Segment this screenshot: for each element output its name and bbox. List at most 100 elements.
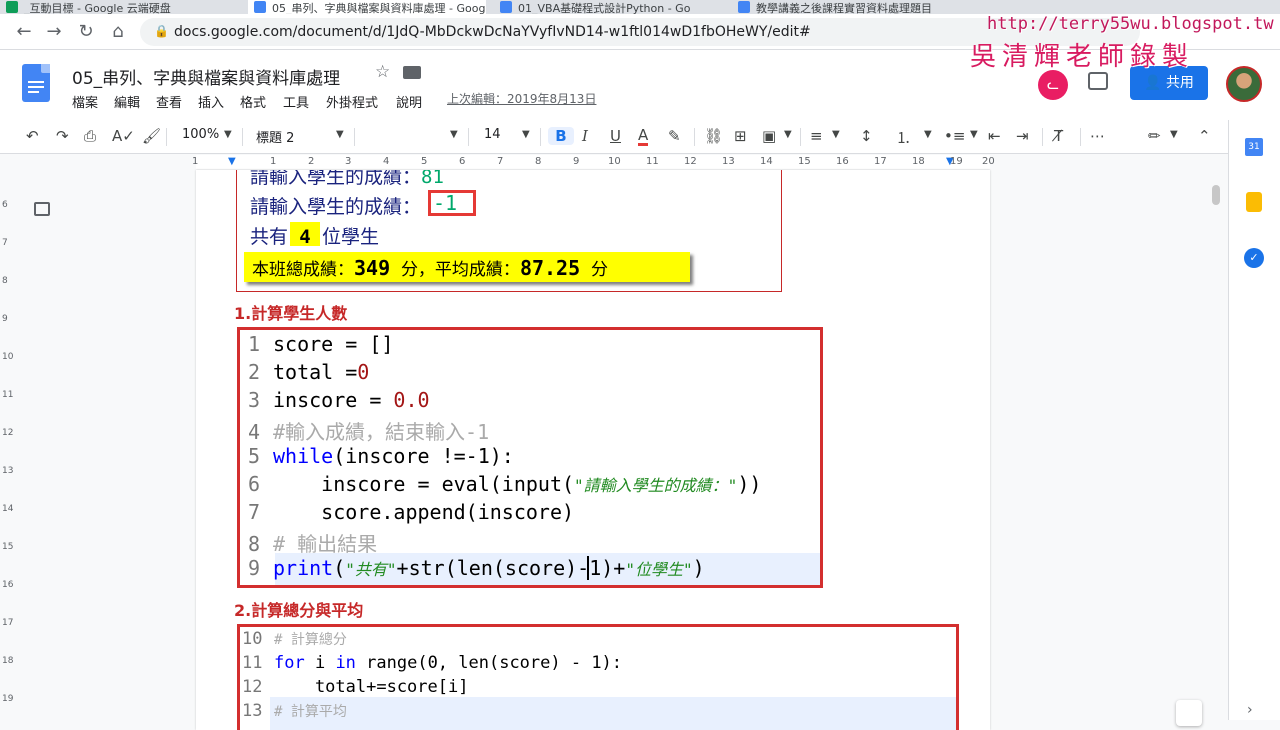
tasks-icon[interactable]: ✓: [1244, 248, 1264, 268]
chevron-down-icon: ▼: [1170, 129, 1178, 140]
back-icon[interactable]: ←: [12, 20, 36, 44]
line-spacing-icon[interactable]: ↕: [860, 127, 873, 145]
home-icon[interactable]: ⌂: [106, 20, 130, 44]
menu-help[interactable]: 說明: [396, 92, 422, 111]
chevron-down-icon: ▼: [450, 129, 458, 140]
avatar[interactable]: [1226, 66, 1262, 102]
cat-extension-icon[interactable]: ᓚ: [1038, 70, 1068, 100]
chevron-down-icon: ▼: [336, 129, 344, 140]
watermark-name: 吳清輝老師錄製: [970, 42, 1195, 72]
menu-tools[interactable]: 工具: [283, 92, 309, 111]
output-value: -1: [433, 191, 458, 215]
browser-tab[interactable]: 教學講義之後課程實習資料處理題目: [732, 0, 972, 14]
code-line: 2 total =0: [248, 360, 370, 384]
star-icon[interactable]: ☆: [375, 62, 390, 82]
horizontal-ruler: 1 ▼ 1 2 3 4 5 6 7 8 9 10 11 12 13 14 15 …: [0, 155, 1228, 169]
redo-icon[interactable]: ↷: [56, 127, 69, 145]
paint-format-icon[interactable]: 🖌: [142, 127, 161, 145]
document-outline-icon[interactable]: [34, 202, 50, 216]
explore-button[interactable]: [1176, 700, 1202, 726]
align-left-icon[interactable]: ≡: [810, 127, 823, 145]
bold-button[interactable]: B: [548, 127, 574, 145]
highlight-icon[interactable]: ✎: [668, 127, 681, 145]
section-heading: 1.計算學生人數: [234, 304, 348, 323]
docs-logo-icon[interactable]: [22, 64, 50, 102]
reload-icon[interactable]: ↻: [74, 20, 98, 44]
editing-mode-icon[interactable]: ✏: [1148, 127, 1161, 145]
clear-formatting-icon[interactable]: T̸: [1054, 127, 1063, 145]
output-line: 請輸入學生的成績：: [250, 196, 422, 218]
font-size-select[interactable]: 14: [484, 127, 501, 142]
decrease-indent-icon[interactable]: ⇤: [988, 127, 1001, 145]
increase-indent-icon[interactable]: ⇥: [1016, 127, 1029, 145]
output-line: 請輸入學生的成績：81: [250, 170, 444, 188]
last-edit-link[interactable]: 上次編輯：2019年8月13日: [447, 90, 596, 107]
print-icon[interactable]: ⎙: [84, 127, 96, 145]
code-line: 11 for i in range(0, len(score) - 1):: [242, 653, 623, 673]
spellcheck-icon[interactable]: A✓: [112, 127, 135, 145]
italic-button[interactable]: I: [582, 127, 588, 145]
chevron-down-icon: ▼: [832, 129, 840, 140]
chevron-right-icon[interactable]: ›: [1247, 702, 1253, 718]
zoom-select[interactable]: 100%: [182, 127, 219, 142]
scrollbar-thumb[interactable]: [1212, 185, 1220, 205]
text-cursor: [587, 556, 589, 580]
chevron-up-icon[interactable]: ⌃: [1198, 127, 1211, 145]
code-line: 10 # 計算總分: [242, 629, 347, 649]
text-color-icon[interactable]: A: [638, 127, 649, 146]
calendar-icon[interactable]: 31: [1245, 138, 1263, 156]
undo-icon[interactable]: ↶: [26, 127, 39, 145]
chevron-down-icon: ▼: [924, 129, 932, 140]
chevron-down-icon: ▼: [970, 129, 978, 140]
code-block: 1 score = [] 2 total =0 3 inscore = 0.0 4 #輸…: [237, 327, 823, 588]
code-line: 7 score.append(inscore): [248, 500, 575, 524]
keep-icon[interactable]: [1246, 192, 1262, 212]
lock-icon: 🔒: [154, 24, 169, 38]
menu-file[interactable]: 檔案: [72, 92, 98, 111]
underline-button[interactable]: U: [610, 127, 621, 145]
code-block: 10 # 計算總分 11 for i in range(0, len(score) …: [237, 624, 959, 730]
menu-format[interactable]: 格式: [240, 92, 266, 111]
person-icon: 👤: [1144, 75, 1162, 91]
bulleted-list-icon[interactable]: •≡: [944, 127, 965, 145]
menu-view[interactable]: 查看: [156, 92, 182, 111]
document-title[interactable]: 05_串列、字典與檔案與資料庫處理: [72, 64, 340, 89]
document-page[interactable]: 請輸入學生的成績：81 請輸入學生的成績： -1 共有 4 位學生 本班總成績：34…: [196, 170, 990, 730]
browser-tab[interactable]: 01_VBA基礎程式設計Python - Go: [494, 0, 724, 14]
link-icon[interactable]: ⛓: [704, 127, 723, 145]
code-line: 8 # 輸出結果: [248, 532, 378, 556]
insert-image-icon[interactable]: ▣: [762, 127, 776, 145]
section-heading: 2.計算總分與平均: [234, 601, 364, 620]
docs-icon: [738, 1, 750, 13]
drive-icon: [6, 1, 18, 13]
style-select[interactable]: 標題 2: [256, 127, 294, 146]
watermark-url: http://terry55wu.blogspot.tw: [987, 14, 1274, 34]
browser-tab-active[interactable]: 05_串列、字典與檔案與資料庫處理 - Google 文件: [248, 0, 486, 14]
chevron-down-icon: ▼: [522, 129, 530, 140]
chevron-down-icon: ▼: [224, 129, 232, 140]
docs-icon: [500, 1, 512, 13]
folder-icon[interactable]: [403, 66, 421, 79]
code-line: 13 # 計算平均: [242, 701, 347, 721]
docs-icon: [254, 1, 266, 13]
chevron-down-icon: ▼: [784, 129, 792, 140]
browser-tab[interactable]: _互動目標 - Google 云端硬盘: [0, 0, 240, 14]
output-line: 共有 4 位學生: [250, 226, 380, 248]
more-icon[interactable]: ⋯: [1090, 127, 1105, 145]
side-panel: 31 ✓ ›: [1228, 120, 1280, 720]
browser-tab-strip: _互動目標 - Google 云端硬盘 05_串列、字典與檔案與資料庫處理 - …: [0, 0, 1280, 14]
code-line: 6 inscore = eval(input("請輸入學生的成績：")): [248, 472, 762, 496]
code-line: 4 #輸入成績，結束輸入-1: [248, 420, 490, 444]
code-line: 1 score = []: [248, 332, 394, 356]
code-line: 12 total+=score[i]: [242, 677, 469, 697]
numbered-list-icon[interactable]: ⒈: [896, 127, 911, 148]
add-comment-icon[interactable]: ⊞: [734, 127, 747, 145]
menu-edit[interactable]: 編輯: [114, 92, 140, 111]
code-line: 3 inscore = 0.0: [248, 388, 430, 412]
indent-marker-icon[interactable]: ▼: [228, 156, 236, 167]
menu-insert[interactable]: 插入: [198, 92, 224, 111]
forward-icon[interactable]: →: [42, 20, 66, 44]
comment-icon[interactable]: [1088, 72, 1108, 90]
code-line: 9 print("共有"+str(len(score)-1)+"位學生"): [248, 556, 705, 580]
menu-addons[interactable]: 外掛程式: [326, 92, 378, 111]
